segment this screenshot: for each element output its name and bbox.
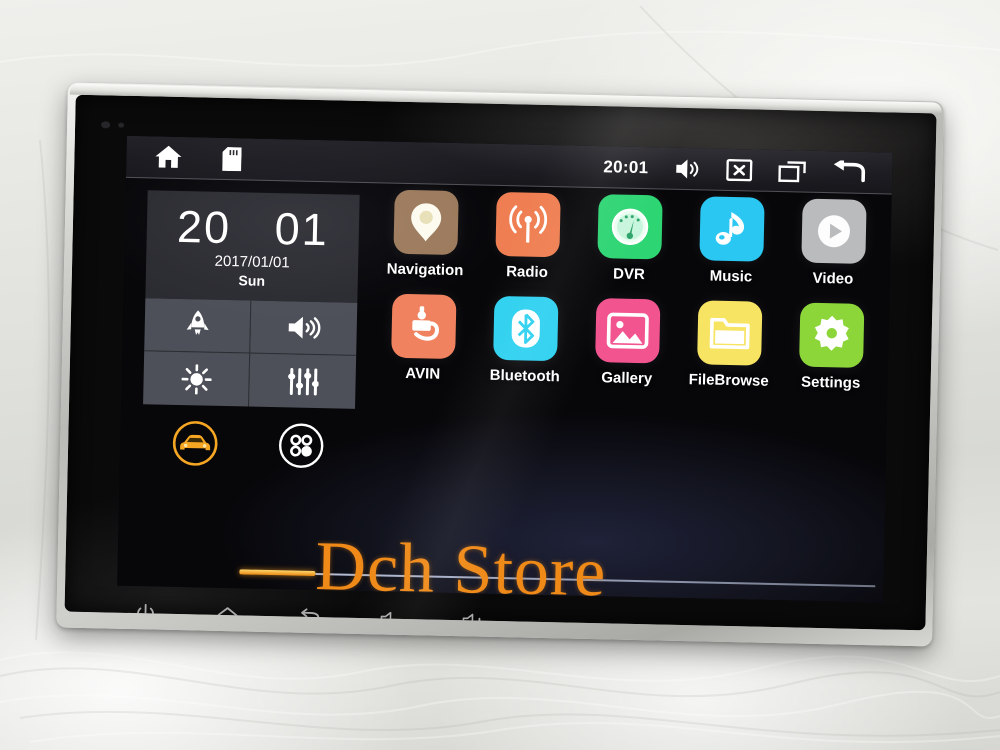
watermark-line — [315, 573, 876, 588]
lcd-screen: 20:01 20 01 2017/01/01 Sun Navigation Ra… — [117, 135, 893, 603]
quick-tile-boost[interactable] — [144, 298, 252, 354]
app-icon-dvr — [597, 194, 663, 260]
bluetooth-icon — [511, 309, 540, 348]
app-label-navigation: Navigation — [386, 260, 464, 280]
app-music[interactable]: Music — [680, 196, 784, 286]
clock-minutes: 01 — [274, 203, 330, 256]
app-navigation[interactable]: Navigation — [374, 189, 478, 279]
ir-receiver-icon — [118, 122, 125, 128]
quick-tile-brightness[interactable] — [143, 351, 251, 407]
dock-app-drawer-button[interactable] — [277, 421, 326, 470]
app-icon-navigation — [393, 189, 459, 256]
quick-tile-equalizer[interactable] — [249, 353, 357, 409]
map-pin-icon — [411, 203, 442, 242]
home-icon[interactable] — [154, 144, 183, 170]
folder-icon — [709, 317, 750, 350]
app-icon-music — [699, 196, 765, 262]
gear-icon — [814, 315, 849, 351]
app-icon-avin — [391, 293, 457, 360]
back-icon[interactable] — [832, 159, 867, 185]
light-sensor-icon — [101, 121, 111, 129]
play-circle-icon — [817, 215, 850, 248]
photo-background: 20:01 20 01 2017/01/01 Sun Navigation Ra… — [0, 0, 1000, 750]
mute-x-icon[interactable] — [726, 158, 753, 181]
app-icon-radio — [495, 191, 561, 258]
app-label-bluetooth: Bluetooth — [489, 366, 560, 386]
music-note-icon — [715, 212, 745, 245]
app-label-video: Video — [812, 269, 854, 288]
app-label-settings: Settings — [800, 373, 861, 392]
picture-icon — [606, 312, 649, 349]
app-label-dvr: DVR — [612, 265, 646, 284]
app-icon-filebrowse — [697, 300, 763, 366]
watermark-text: Dch Store — [314, 528, 608, 603]
app-icon-gallery — [595, 298, 661, 364]
app-filebrowse[interactable]: FileBrowse — [678, 300, 782, 390]
device-glass-face: 20:01 20 01 2017/01/01 Sun Navigation Ra… — [64, 94, 937, 631]
app-label-avin: AVIN — [405, 364, 441, 383]
home-screen: 20 01 2017/01/01 Sun Navigation Radio DV… — [117, 178, 892, 603]
status-bar-clock: 20:01 — [603, 156, 649, 177]
clock-weekday: Sun — [238, 272, 266, 289]
app-grid: Navigation Radio DVR Music Video AVIN Bl… — [372, 189, 886, 392]
sd-card-icon[interactable] — [222, 146, 242, 171]
clock-date: 2017/01/01 — [214, 252, 290, 272]
app-icon-video — [801, 198, 867, 264]
radio-wave-icon — [509, 205, 548, 243]
recent-apps-icon[interactable] — [778, 159, 807, 184]
volume-icon[interactable] — [674, 156, 701, 181]
app-label-filebrowse: FileBrowse — [688, 371, 769, 390]
app-label-music: Music — [709, 267, 753, 286]
app-settings[interactable]: Settings — [780, 302, 884, 392]
dashboard-icon — [611, 208, 649, 246]
app-label-radio: Radio — [505, 263, 549, 282]
dock-row — [142, 418, 355, 471]
rca-plug-icon — [412, 306, 439, 341]
dock-car-button[interactable] — [171, 419, 220, 468]
app-icon-settings — [799, 302, 865, 368]
status-bar-left — [126, 144, 242, 172]
clock-time: 20 01 — [177, 201, 330, 256]
head-unit-device: 20:01 20 01 2017/01/01 Sun Navigation Ra… — [56, 82, 944, 647]
app-radio[interactable]: Radio — [476, 191, 580, 281]
clock-widget[interactable]: 20 01 2017/01/01 Sun — [145, 190, 360, 303]
brightness-icon — [180, 363, 212, 395]
status-bar-right: 20:01 — [603, 155, 892, 185]
watermark-dash — [239, 569, 316, 577]
rocket-icon — [184, 310, 211, 341]
app-label-gallery: Gallery — [601, 369, 653, 388]
app-icon-bluetooth — [493, 295, 559, 362]
app-avin[interactable]: AVIN — [372, 293, 476, 383]
app-video[interactable]: Video — [782, 198, 886, 288]
app-gallery[interactable]: Gallery — [576, 298, 680, 388]
volume-icon — [286, 313, 321, 342]
widget-column: 20 01 2017/01/01 Sun — [142, 190, 360, 471]
clock-hours: 20 — [176, 200, 232, 254]
app-dvr[interactable]: DVR — [578, 194, 682, 284]
quick-tile-volume[interactable] — [250, 300, 358, 356]
app-bluetooth[interactable]: Bluetooth — [474, 295, 578, 385]
equalizer-icon — [286, 367, 319, 396]
quick-tiles — [143, 298, 358, 409]
clock-separator — [245, 202, 261, 253]
